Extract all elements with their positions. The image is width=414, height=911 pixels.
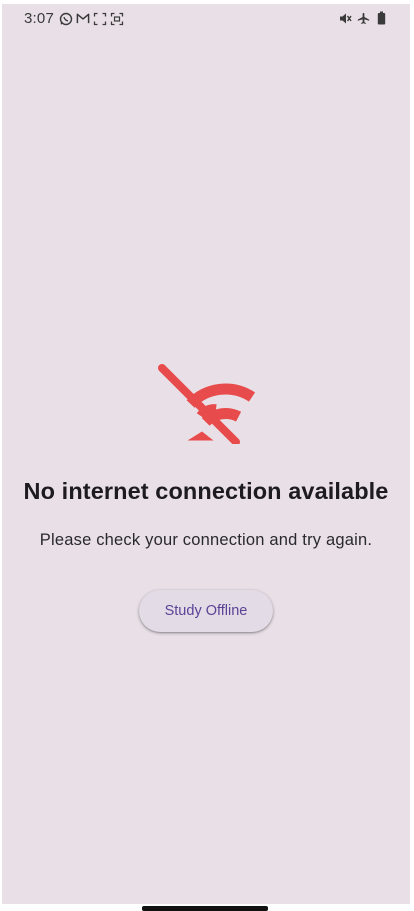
mute-icon	[338, 11, 352, 25]
status-time: 3:07	[24, 10, 54, 27]
offline-message: Please check your connection and try aga…	[39, 531, 373, 549]
study-offline-button[interactable]: Study Offline	[138, 590, 274, 632]
airplane-mode-icon	[356, 11, 370, 25]
app-screen: 3:07 No internet connection available Pl…	[2, 4, 410, 904]
device-frame: 3:07 No internet connection available Pl…	[0, 0, 414, 911]
gmail-icon	[76, 12, 90, 26]
battery-icon	[374, 11, 388, 25]
wifi-off-icon	[158, 364, 256, 444]
offline-title: No internet connection available	[23, 478, 389, 504]
whatsapp-icon	[59, 12, 73, 26]
screen-record-icon	[110, 12, 124, 26]
status-bar: 3:07	[2, 4, 410, 32]
status-bar-left: 3:07	[24, 10, 124, 27]
status-bar-right	[338, 11, 388, 25]
offline-message-container: No internet connection available Please …	[2, 356, 410, 632]
screenshot-frame-icon	[93, 12, 107, 26]
home-indicator[interactable]	[142, 906, 268, 911]
